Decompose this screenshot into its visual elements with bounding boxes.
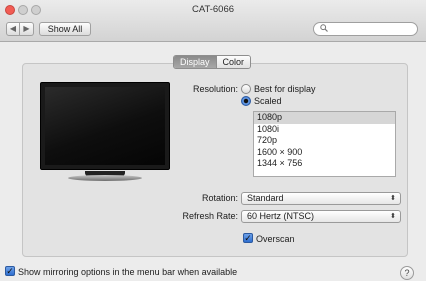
tv-stand xyxy=(68,175,142,181)
radio-best-for-display[interactable] xyxy=(241,84,251,94)
show-all-button[interactable]: Show All xyxy=(39,22,91,36)
title-bar: CAT-6066 ◀ ▶ Show All xyxy=(0,0,426,42)
refresh-rate-value: 60 Hertz (NTSC) xyxy=(247,211,315,221)
back-arrow-icon: ◀ xyxy=(9,24,17,33)
mirroring-label: Show mirroring options in the menu bar w… xyxy=(18,267,238,277)
magnifier-icon xyxy=(320,24,328,35)
resolution-list-item[interactable]: 1344 × 756 xyxy=(254,158,395,170)
search-field[interactable] xyxy=(313,22,418,36)
refresh-rate-popup[interactable]: 60 Hertz (NTSC) ⬍ xyxy=(241,210,401,223)
tv-frame xyxy=(40,82,170,170)
resolution-list-item[interactable]: 1080i xyxy=(254,124,395,136)
radio-scaled-label: Scaled xyxy=(254,96,282,106)
back-button[interactable]: ◀ xyxy=(6,22,20,36)
window-title: CAT-6066 xyxy=(191,4,235,15)
tab-display[interactable]: Display xyxy=(174,56,216,68)
forward-arrow-icon: ▶ xyxy=(23,24,30,33)
resolution-list-item[interactable]: 1080p xyxy=(254,112,395,124)
resolution-label: Resolution: xyxy=(192,84,238,94)
forward-button[interactable]: ▶ xyxy=(20,22,34,36)
mirroring-checkbox[interactable]: ✓ xyxy=(5,266,15,276)
tv-monitor-icon xyxy=(40,82,170,182)
rotation-label: Rotation: xyxy=(201,193,238,203)
rotation-value: Standard xyxy=(247,193,284,203)
search-input[interactable] xyxy=(330,24,414,34)
tab-switcher: Display Color xyxy=(173,55,252,69)
updown-arrows-icon: ⬍ xyxy=(390,213,396,220)
tab-color[interactable]: Color xyxy=(215,56,251,68)
resolution-list-item[interactable]: 720p xyxy=(254,135,395,147)
help-button[interactable]: ? xyxy=(400,266,414,280)
updown-arrows-icon: ⬍ xyxy=(390,195,396,202)
question-mark-icon: ? xyxy=(404,268,410,278)
resolution-list-item[interactable]: 1600 × 900 xyxy=(254,147,395,159)
overscan-label: Overscan xyxy=(256,234,295,244)
radio-best-for-display-label: Best for display xyxy=(254,84,316,94)
refresh-rate-label: Refresh Rate: xyxy=(182,211,238,221)
overscan-checkbox[interactable]: ✓ xyxy=(243,233,253,243)
tv-screen xyxy=(45,87,165,165)
rotation-popup[interactable]: Standard ⬍ xyxy=(241,192,401,205)
resolution-list[interactable]: 1080p 1080i 720p 1600 × 900 1344 × 756 xyxy=(253,111,396,177)
checkmark-icon: ✓ xyxy=(6,266,14,276)
preferences-window: CAT-6066 ◀ ▶ Show All Display Color Reso… xyxy=(0,0,426,281)
radio-scaled[interactable] xyxy=(241,96,251,106)
checkmark-icon: ✓ xyxy=(244,233,252,243)
